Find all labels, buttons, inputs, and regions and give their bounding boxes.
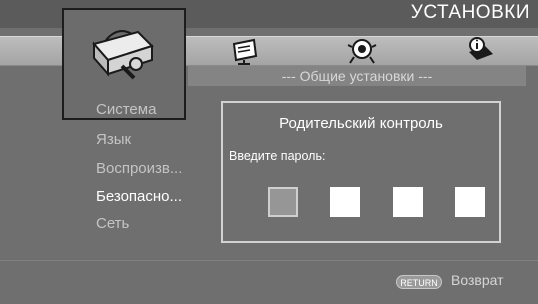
password-digit-4[interactable]: [455, 187, 485, 217]
password-digit-1[interactable]: [268, 187, 298, 217]
display-icon[interactable]: [230, 38, 260, 66]
return-label: Возврат: [451, 272, 504, 288]
dialog-title: Родительский контроль: [279, 115, 443, 132]
toolbox-icon: [92, 30, 154, 80]
menu-item-playback[interactable]: Воспроизв...: [96, 160, 182, 177]
setup-screen: УСТАНОВКИ --- Общие установки --- Систем…: [0, 0, 538, 304]
password-digit-2[interactable]: [330, 187, 360, 217]
menu-item-system[interactable]: Система: [96, 101, 156, 118]
return-button[interactable]: RETURN: [396, 275, 442, 289]
password-digit-3[interactable]: [393, 187, 423, 217]
info-book-icon[interactable]: [465, 36, 495, 64]
speaker-icon[interactable]: [346, 37, 378, 65]
page-title: УСТАНОВКИ: [410, 2, 530, 23]
password-prompt: Введите пароль:: [229, 149, 326, 163]
section-title-bar: --- Общие установки ---: [188, 66, 526, 86]
section-title: --- Общие установки ---: [281, 68, 433, 84]
menu-item-language[interactable]: Язык: [96, 131, 131, 148]
menu-item-network[interactable]: Сеть: [96, 215, 129, 232]
menu-item-security[interactable]: Безопасно...: [96, 188, 182, 205]
parental-control-dialog: Родительский контроль Введите пароль:: [221, 101, 501, 243]
footer-divider: [0, 260, 538, 261]
